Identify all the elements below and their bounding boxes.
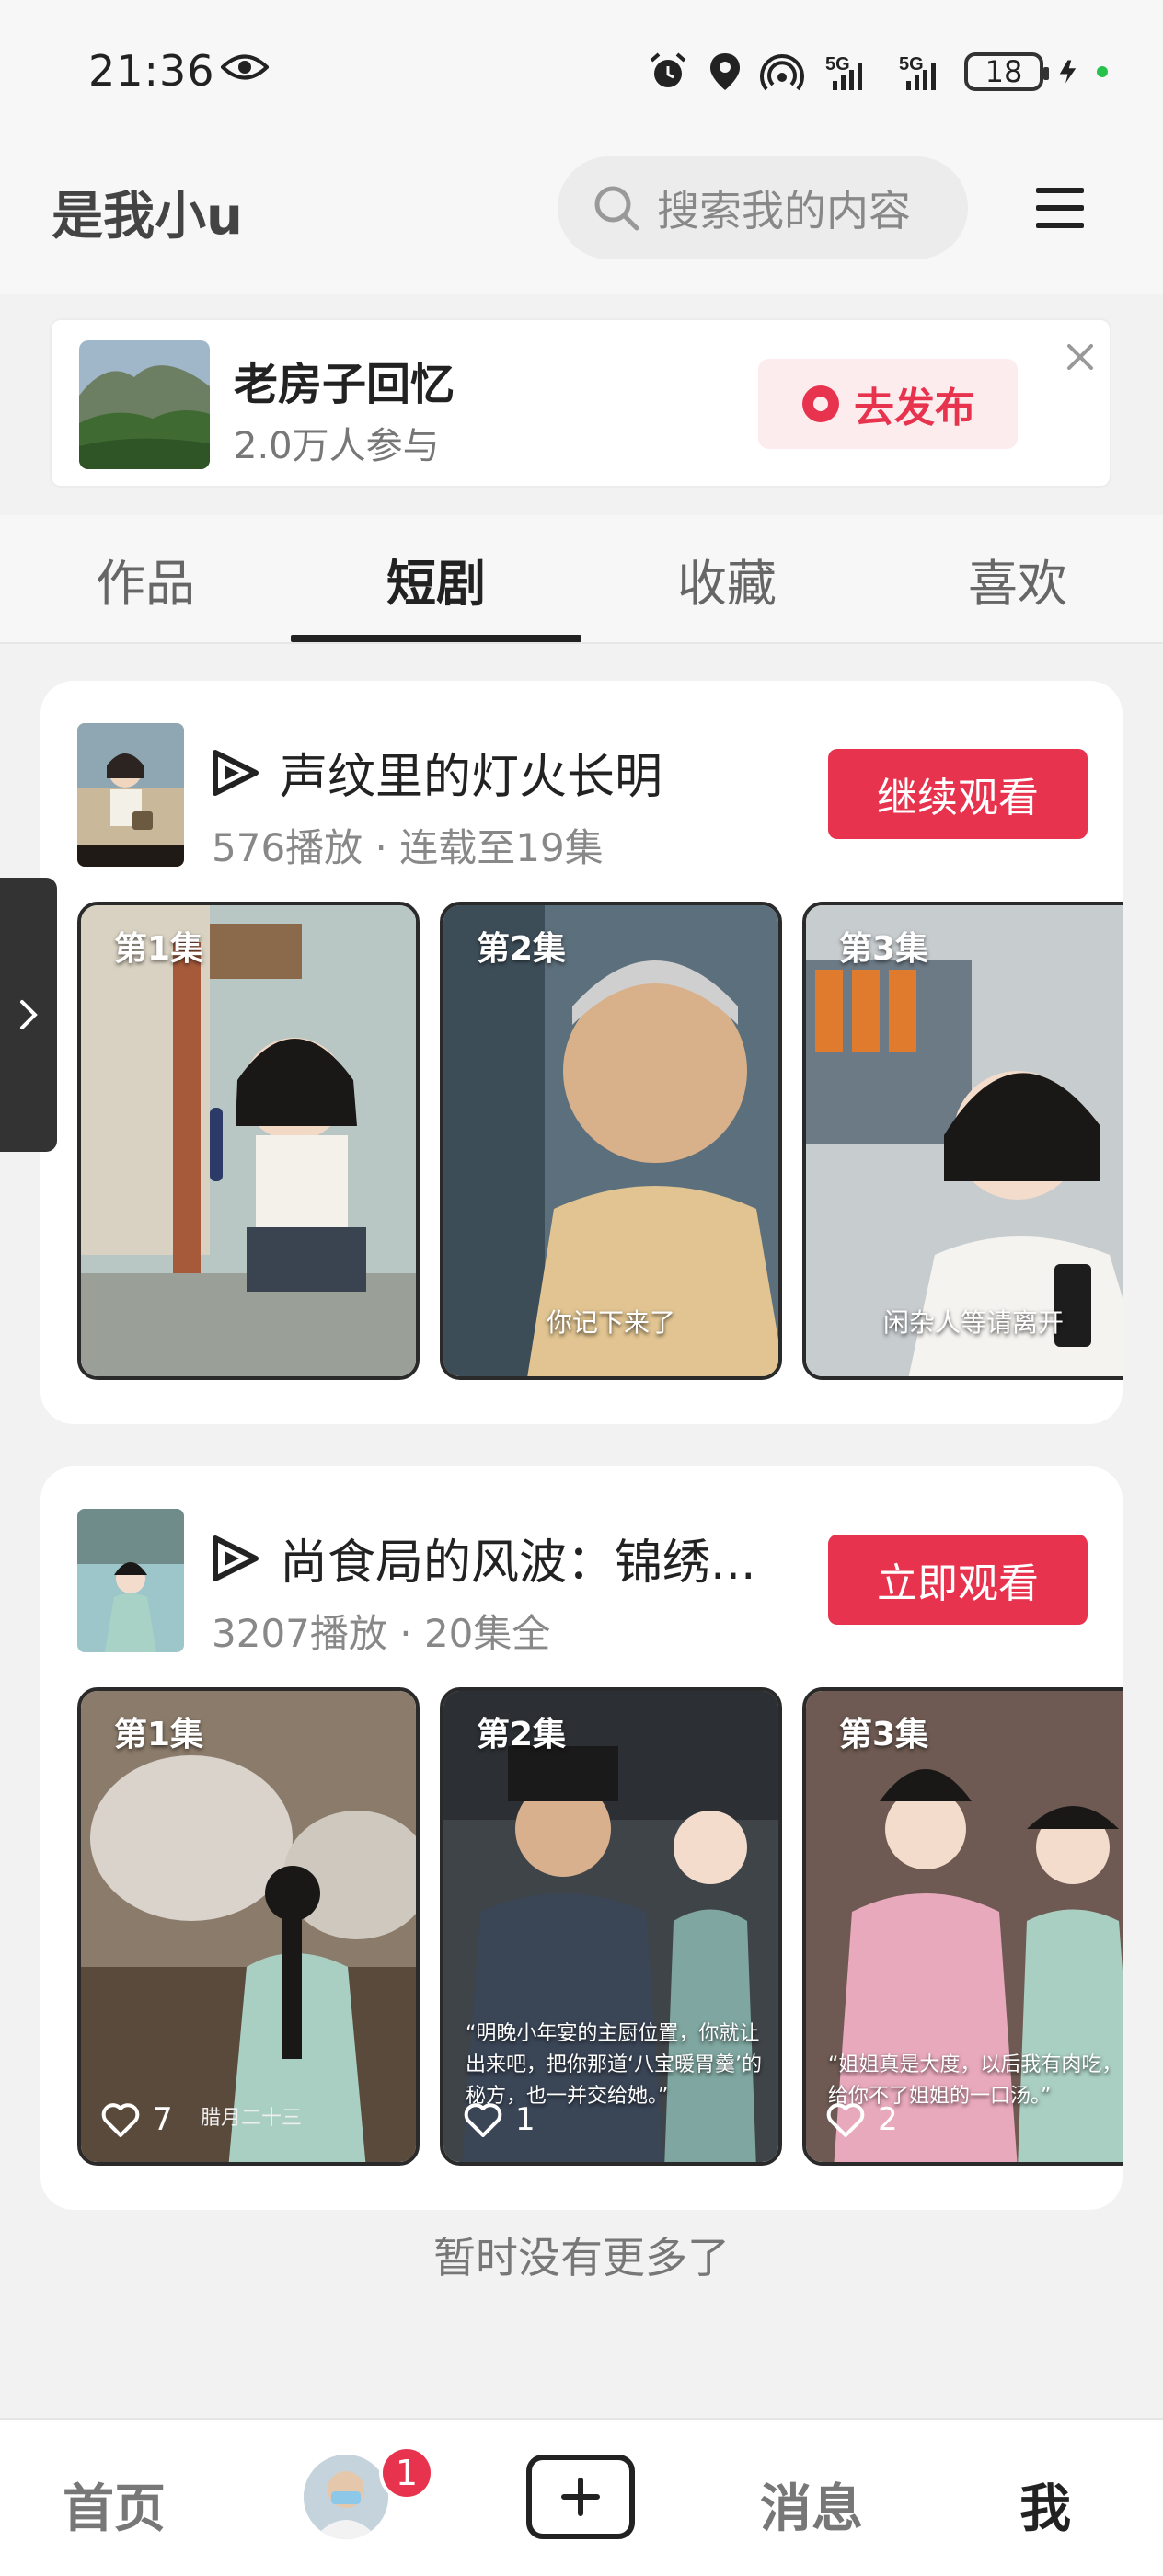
drama-title: 声纹里的灯火长明	[280, 750, 663, 805]
eye-icon	[221, 54, 269, 80]
episode-likes: 1	[464, 2101, 535, 2138]
nav-home[interactable]: 首页	[63, 2467, 166, 2542]
activity-banner[interactable]: 老房子回忆 2.0万人参与 去发布	[50, 318, 1111, 488]
status-bar: 21:36 5G 5G 18	[0, 0, 1163, 129]
episode-subtitle: “明晚小年宴的主厨位置，你就让出来吧，把你那道‘八宝暖胃羹’的秘方，也一并交给她…	[466, 2022, 762, 2108]
no-more-text: 暂时没有更多了	[433, 2233, 730, 2283]
heart-icon	[464, 2103, 502, 2137]
episode-subtitle: 你记下来了	[546, 1307, 675, 1338]
episode-thumbnail[interactable]: 第1集	[77, 902, 420, 1380]
search-placeholder: 搜索我的内容	[657, 186, 911, 236]
close-icon[interactable]	[1062, 339, 1099, 375]
banner-thumbnail	[79, 340, 210, 469]
search-input[interactable]: 搜索我的内容	[558, 156, 968, 259]
signal-5g-icon: 5G	[825, 54, 862, 90]
episode-likes: 7	[101, 2101, 173, 2138]
short-drama-icon	[213, 749, 259, 796]
episode-thumbnail[interactable]: 第2集 “明晚小年宴的主厨位置，你就让出来吧，把你那道‘八宝暖胃羹’的秘方，也一…	[440, 1687, 782, 2166]
episode-label: 第2集	[477, 930, 567, 968]
search-icon	[594, 186, 639, 231]
active-tab-indicator	[291, 635, 582, 642]
plus-icon	[561, 2478, 600, 2516]
profile-header: 是我小u 搜索我的内容	[0, 129, 1163, 294]
publish-label: 去发布	[854, 385, 975, 431]
episode-label: 第1集	[114, 930, 204, 968]
drama-card[interactable]: 声纹里的灯火长明 576播放 · 连载至19集 继续观看 第1集 第2集 你记下…	[40, 681, 1123, 1424]
drama-meta: 3207播放 · 20集全	[212, 1611, 551, 1656]
heart-icon	[826, 2103, 865, 2137]
battery-indicator: 18	[964, 52, 1049, 91]
privacy-dot	[1097, 66, 1108, 77]
episode-likes: 2	[826, 2101, 898, 2138]
hotspot-icon	[760, 54, 804, 91]
nav-me[interactable]: 我	[1019, 2467, 1071, 2542]
episode-caption: 腊月二十三	[201, 2107, 303, 2130]
chevron-right-icon	[20, 1000, 38, 1029]
episode-thumbnail[interactable]: 第1集 7 腊月二十三	[77, 1687, 420, 2166]
status-time: 21:36	[88, 46, 215, 96]
watch-now-button[interactable]: 立即观看	[828, 1535, 1088, 1625]
camera-icon	[802, 385, 839, 422]
bottom-nav: 首页 1 消息 我	[0, 2418, 1163, 2576]
tab-works[interactable]: 作品	[0, 543, 291, 615]
episode-thumbnail[interactable]: 第3集 闲杂人等请离开	[802, 902, 1123, 1380]
episode-label: 第3集	[839, 1716, 929, 1754]
banner-title: 老房子回忆	[234, 359, 455, 410]
publish-button[interactable]: 去发布	[758, 359, 1018, 449]
svg-text:5G: 5G	[899, 54, 924, 75]
svg-text:5G: 5G	[825, 54, 850, 75]
drama-card[interactable]: 尚食局的风波：锦绣... 3207播放 · 20集全 立即观看 第1集 7 腊月…	[40, 1466, 1123, 2210]
drama-title-row: 声纹里的灯火长明	[212, 738, 662, 807]
drama-title: 尚食局的风波：锦绣...	[280, 1535, 756, 1591]
drama-cover	[77, 723, 184, 867]
signal-5g-icon-2: 5G	[899, 54, 936, 90]
episode-thumbnail[interactable]: 第2集 你记下来了	[440, 902, 782, 1380]
episode-list: 第1集 第2集 你记下来了 第3集 闲杂人等请离开	[77, 902, 1123, 1380]
menu-icon[interactable]	[1034, 186, 1086, 230]
episode-label: 第1集	[114, 1716, 204, 1754]
tab-dramas[interactable]: 短剧	[291, 543, 582, 615]
side-expand-handle[interactable]	[0, 878, 57, 1152]
continue-watching-button[interactable]: 继续观看	[828, 749, 1088, 839]
episode-subtitle: 闲杂人等请离开	[882, 1307, 1064, 1338]
drama-meta: 576播放 · 连载至19集	[212, 825, 604, 870]
episode-thumbnail[interactable]: 第3集 “姐姐真是大度，以后我有肉吃，给你不了姐姐的一口汤。” 2	[802, 1687, 1123, 2166]
profile-tabs: 作品 短剧 收藏 喜欢	[0, 515, 1163, 644]
tab-likes[interactable]: 喜欢	[872, 543, 1163, 615]
drama-title-row: 尚食局的风波：锦绣...	[212, 1524, 756, 1593]
user-name: 是我小u	[52, 187, 243, 247]
nav-messages[interactable]: 消息	[760, 2467, 863, 2542]
drama-cover	[77, 1509, 184, 1652]
charging-icon	[1059, 60, 1077, 84]
heart-icon	[101, 2103, 140, 2137]
episode-label: 第3集	[839, 930, 929, 968]
episode-list: 第1集 7 腊月二十三 第2集 “明晚小年宴的主厨位置，你就让出来吧，把你那道‘…	[77, 1687, 1123, 2166]
notification-badge: 1	[379, 2445, 434, 2501]
create-button[interactable]	[526, 2455, 635, 2539]
tab-favorites[interactable]: 收藏	[582, 543, 872, 615]
short-drama-icon	[213, 1535, 259, 1581]
avatar[interactable]	[304, 2455, 388, 2539]
location-icon	[710, 53, 740, 90]
alarm-icon	[650, 52, 686, 87]
banner-participants: 2.0万人参与	[234, 425, 440, 467]
episode-label: 第2集	[477, 1716, 567, 1754]
